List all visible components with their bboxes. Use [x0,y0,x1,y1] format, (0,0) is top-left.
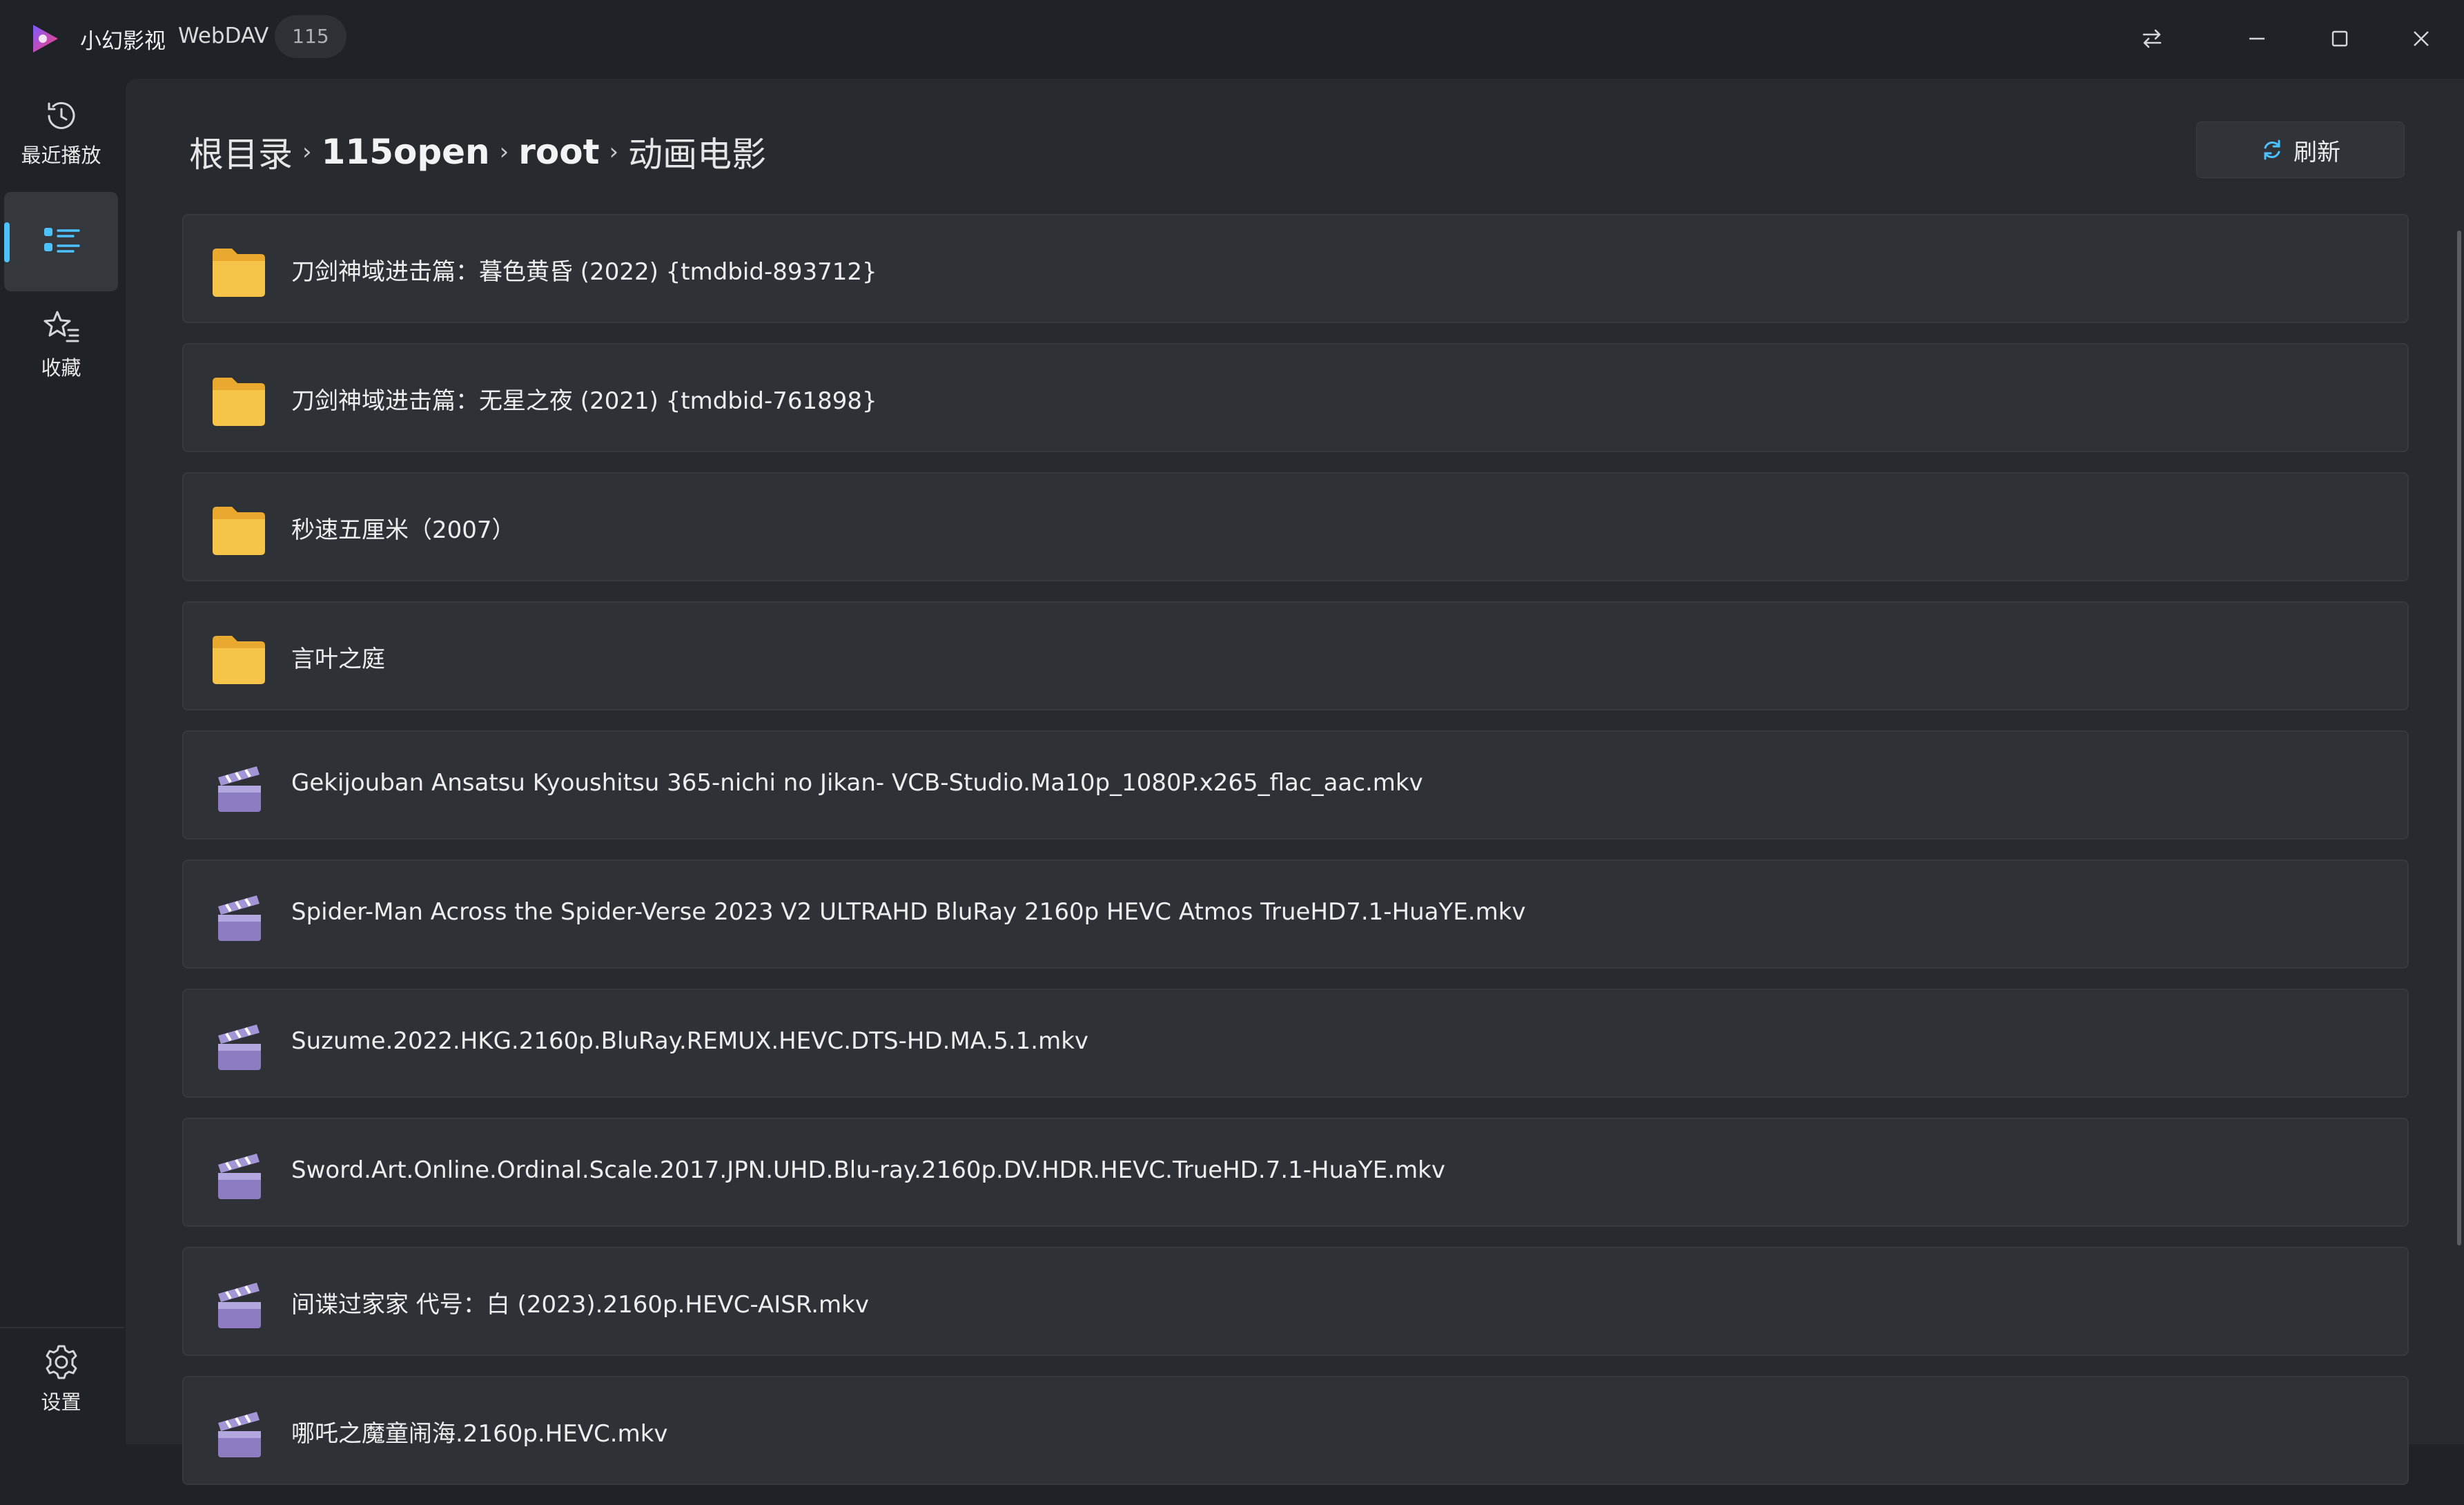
refresh-button[interactable]: 刷新 [2196,122,2405,178]
swap-icon [2142,29,2162,48]
folder-icon [213,249,265,297]
list-item[interactable]: 言叶之庭 [182,601,2409,710]
file-name: 刀剑神域进击篇：无星之夜 (2021) {tmdbid-761898} [291,387,877,415]
list-item[interactable]: Gekijouban Ansatsu Kyoushitsu 365-nichi … [182,730,2409,839]
refresh-icon [2264,139,2280,160]
star-list-icon [43,311,79,342]
file-name: 间谍过家家 代号：白 (2023).2160p.HEVC-AISR.mkv [291,1291,869,1319]
close-button[interactable] [2401,18,2442,59]
file-name: 言叶之庭 [291,645,385,673]
vertical-scrollbar[interactable] [2457,231,2461,1245]
sidebar-item-label: 收藏 [41,356,81,380]
folder-icon [213,507,265,555]
maximize-button[interactable] [2319,18,2360,59]
title-bar: 小幻影视 WebDAV 115 [0,0,2464,79]
list-item[interactable]: Spider-Man Across the Spider-Verse 2023 … [182,860,2409,969]
breadcrumb-item-115open[interactable]: 115open [322,132,490,172]
video-clapperboard-icon [218,1154,261,1199]
video-clapperboard-icon [218,1025,261,1070]
folder-icon [213,636,265,684]
sidebar-item-recent[interactable]: 最近播放 [4,88,118,185]
sidebar-item-label: 最近播放 [21,144,101,167]
refresh-label: 刷新 [2294,138,2340,166]
list-item[interactable]: 哪吒之魔童闹海.2160p.HEVC.mkv [182,1376,2409,1485]
source-badge[interactable]: 115 [275,15,346,58]
chevron-right-icon: › [499,138,509,166]
main-panel: 根目录 › 115open › root › 动画电影 刷新 刀剑神域进击篇：暮… [126,79,2464,1485]
sidebar: 最近播放 收藏 设置 [0,79,124,1444]
chevron-right-icon: › [609,138,619,166]
sidebar-item-label: 设置 [41,1390,81,1414]
sidebar-item-settings[interactable]: 设置 [4,1338,118,1435]
breadcrumb-item-current[interactable]: 动画电影 [628,127,766,177]
file-name: 刀剑神域进击篇：暮色黄昏 (2022) {tmdbid-893712} [291,258,877,286]
app-name: 小幻影视 [80,29,166,54]
list-item[interactable]: Sword.Art.Online.Ordinal.Scale.2017.JPN.… [182,1118,2409,1227]
folder-icon [213,378,265,426]
breadcrumb: 根目录 › 115open › root › 动画电影 [189,127,766,177]
video-clapperboard-icon [218,766,261,812]
maximize-icon [2331,30,2348,47]
video-clapperboard-icon [218,1283,261,1328]
list-item[interactable]: 间谍过家家 代号：白 (2023).2160p.HEVC-AISR.mkv [182,1247,2409,1356]
source-type-label: WebDAV [178,23,269,48]
chevron-right-icon: › [302,138,312,166]
file-name: 秒速五厘米（2007） [291,516,516,544]
file-name: Sword.Art.Online.Ordinal.Scale.2017.JPN.… [291,1156,1445,1184]
sidebar-item-files[interactable] [4,192,118,291]
list-item[interactable]: 刀剑神域进击篇：暮色黄昏 (2022) {tmdbid-893712} [182,214,2409,323]
history-icon [48,101,75,129]
breadcrumb-item-root[interactable]: 根目录 [189,127,293,177]
file-name: Suzume.2022.HKG.2160p.BluRay.REMUX.HEVC.… [291,1027,1089,1055]
file-name: Gekijouban Ansatsu Kyoushitsu 365-nichi … [291,769,1423,797]
sidebar-item-favorites[interactable]: 收藏 [4,302,118,399]
file-name: 哪吒之魔童闹海.2160p.HEVC.mkv [291,1420,668,1448]
breadcrumb-item-root-folder[interactable]: root [518,132,599,172]
close-icon [2414,31,2429,46]
list-item[interactable]: Suzume.2022.HKG.2160p.BluRay.REMUX.HEVC.… [182,989,2409,1098]
minimize-icon [2249,37,2265,40]
file-name: Spider-Man Across the Spider-Verse 2023 … [291,898,1526,926]
minimize-button[interactable] [2236,18,2278,59]
list-item[interactable]: 秒速五厘米（2007） [182,472,2409,581]
file-list-icon [43,228,80,253]
video-clapperboard-icon [218,1412,261,1457]
video-clapperboard-icon [218,895,261,941]
file-list: 刀剑神域进击篇：暮色黄昏 (2022) {tmdbid-893712} 刀剑神域… [182,214,2409,1505]
sidebar-divider [0,1327,124,1328]
list-item[interactable]: 刀剑神域进击篇：无星之夜 (2021) {tmdbid-761898} [182,343,2409,452]
gear-icon [46,1345,77,1379]
active-indicator [4,222,10,262]
switch-source-button[interactable] [2131,18,2173,59]
app-logo-icon [33,25,58,52]
